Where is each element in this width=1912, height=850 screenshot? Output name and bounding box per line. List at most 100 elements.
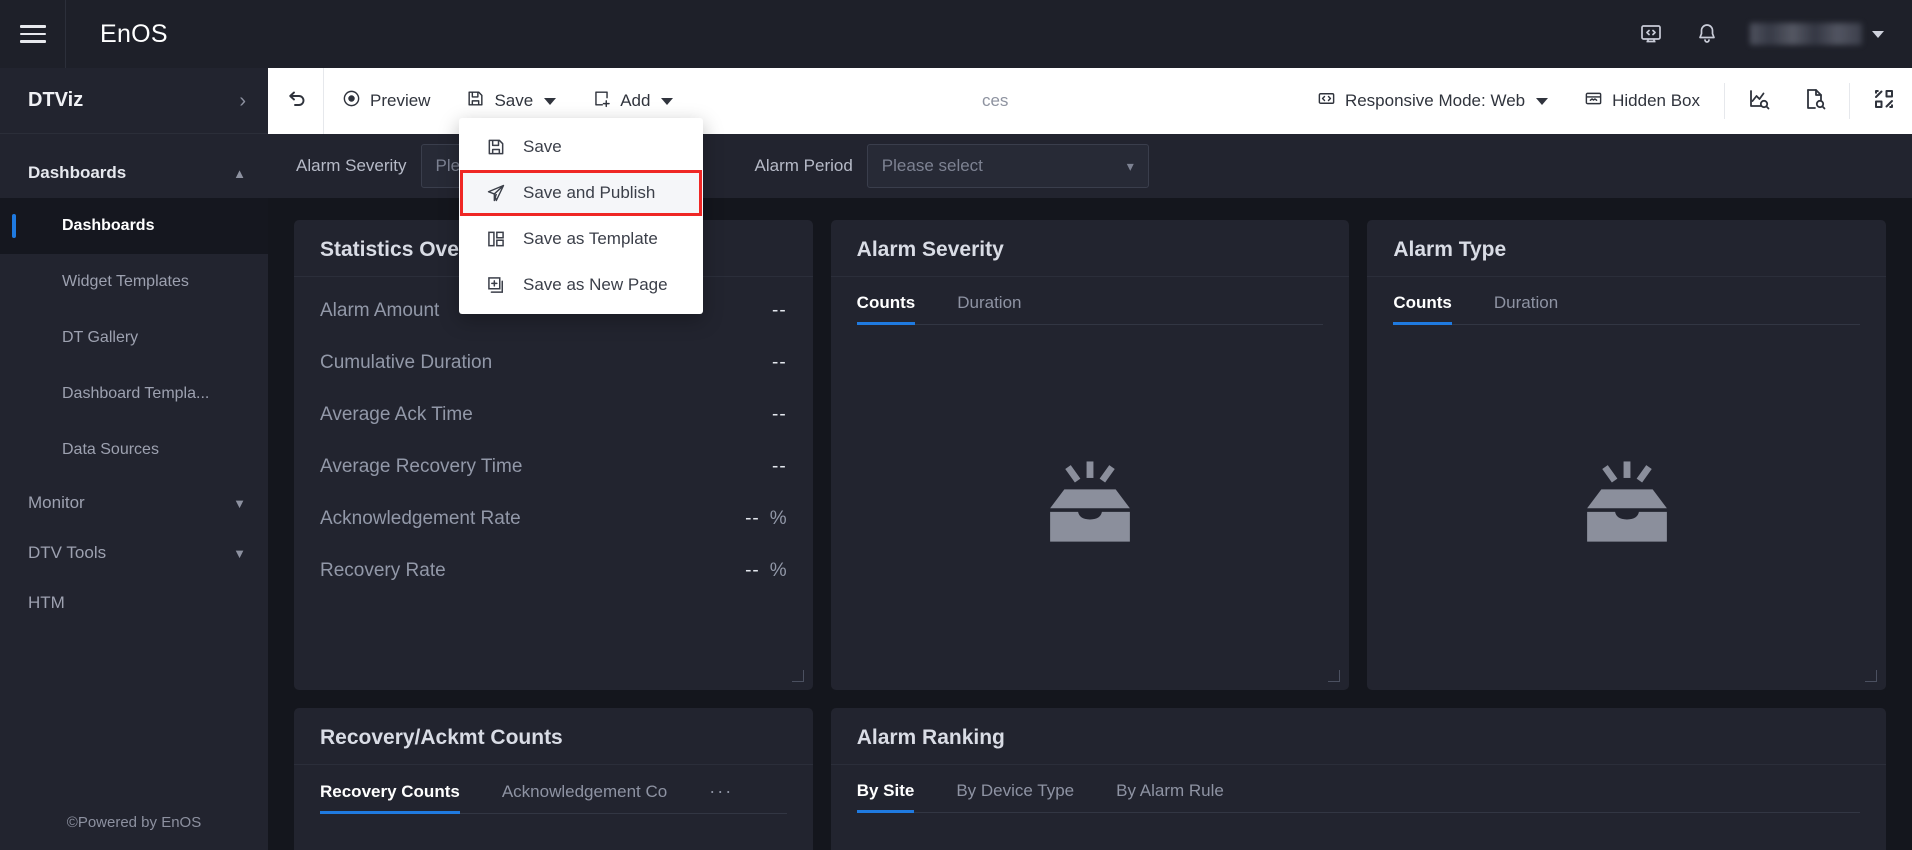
tab-label: Counts xyxy=(857,293,916,312)
sidebar-group-htm[interactable]: HTM xyxy=(0,578,268,628)
menu-item-save[interactable]: Save xyxy=(459,124,703,170)
stat-label: Average Ack Time xyxy=(320,404,473,426)
widget-header: Alarm Severity xyxy=(831,220,1350,277)
stat-value: -- xyxy=(745,560,760,582)
ellipsis-icon[interactable]: ··· xyxy=(709,781,733,813)
stat-label: Cumulative Duration xyxy=(320,352,492,374)
chevron-down-icon xyxy=(1536,98,1548,105)
chevron-up-icon: ▲ xyxy=(233,167,246,180)
stat-value-group: -- % xyxy=(745,560,787,582)
tab-counts[interactable]: Counts xyxy=(1393,293,1452,324)
sidebar-group-label: Monitor xyxy=(28,493,85,513)
tab-recovery-counts[interactable]: Recovery Counts xyxy=(320,782,460,813)
stat-value: -- xyxy=(772,300,787,322)
stat-value-group: -- xyxy=(772,352,787,374)
stat-value: -- xyxy=(772,404,787,426)
tab-duration[interactable]: Duration xyxy=(1494,293,1558,324)
hamburger-icon xyxy=(20,25,46,43)
menu-item-label: Save xyxy=(523,137,562,157)
widget-resize-handle[interactable] xyxy=(1328,670,1340,682)
tab-by-device-type[interactable]: By Device Type xyxy=(956,781,1074,812)
stat-row: Cumulative Duration -- xyxy=(320,337,787,389)
chevron-down-icon: ▼ xyxy=(233,497,246,510)
sidebar-item-dashboard-templates[interactable]: Dashboard Templa... xyxy=(0,366,268,422)
widget-header: Recovery/Ackmt Counts xyxy=(294,708,813,765)
toolbar-divider xyxy=(1849,83,1850,119)
stat-value: -- xyxy=(745,508,760,530)
stat-row: Recovery Rate -- % xyxy=(320,545,787,597)
sidebar-item-dt-gallery[interactable]: DT Gallery xyxy=(0,310,268,366)
sidebar-group-monitor[interactable]: Monitor ▼ xyxy=(0,478,268,528)
stat-value-group: -- xyxy=(772,300,787,322)
user-menu[interactable] xyxy=(1750,23,1884,45)
widget-empty-state xyxy=(831,325,1350,690)
tab-duration[interactable]: Duration xyxy=(957,293,1021,324)
widget-header: Alarm Ranking xyxy=(831,708,1886,765)
chart-inspect-button[interactable] xyxy=(1731,68,1787,134)
tab-label: Recovery Counts xyxy=(320,782,460,801)
sidebar-group-label: Dashboards xyxy=(28,163,126,183)
eye-icon xyxy=(342,89,361,113)
paper-plane-icon xyxy=(485,182,507,204)
undo-button[interactable] xyxy=(268,68,324,134)
floppy-disk-icon xyxy=(466,89,485,113)
stat-value-group: -- xyxy=(772,404,787,426)
tab-acknowledgement-counts[interactable]: Acknowledgement Co xyxy=(502,782,667,813)
menu-item-save-and-publish[interactable]: Save and Publish xyxy=(459,170,703,216)
widget-resize-handle[interactable] xyxy=(792,670,804,682)
sidebar-item-dashboards[interactable]: Dashboards xyxy=(0,198,268,254)
floppy-disk-icon xyxy=(485,136,507,158)
hidden-box-label: Hidden Box xyxy=(1612,91,1700,111)
sidebar-item-label: Dashboard Templa... xyxy=(62,385,209,403)
bell-icon[interactable] xyxy=(1694,21,1720,47)
header-actions xyxy=(1638,0,1912,68)
alarm-period-select[interactable]: Please select ▾ xyxy=(867,144,1149,188)
preview-button[interactable]: Preview xyxy=(324,68,448,134)
responsive-mode-button[interactable]: Responsive Mode: Web xyxy=(1299,68,1566,134)
chevron-down-icon xyxy=(1872,31,1884,38)
sidebar-item-label: Dashboards xyxy=(62,217,154,235)
save-label: Save xyxy=(494,91,533,111)
widget-alarm-severity[interactable]: Alarm Severity Counts Duration xyxy=(831,220,1350,690)
sidebar-item-data-sources[interactable]: Data Sources xyxy=(0,422,268,478)
tab-by-alarm-rule[interactable]: By Alarm Rule xyxy=(1116,781,1224,812)
widget-alarm-ranking[interactable]: Alarm Ranking By Site By Device Type By … xyxy=(831,708,1886,850)
undo-icon xyxy=(284,87,308,116)
tab-label: By Alarm Rule xyxy=(1116,781,1224,800)
responsive-width-icon xyxy=(1317,89,1336,113)
new-page-icon xyxy=(485,274,507,296)
menu-item-save-as-new-page[interactable]: Save as New Page xyxy=(459,262,703,308)
chevron-down-icon: ▾ xyxy=(1127,158,1134,175)
stat-row: Acknowledgement Rate -- % xyxy=(320,493,787,545)
hidden-box-button[interactable]: Hidden Box xyxy=(1566,68,1718,134)
widget-recovery-ackmt-counts[interactable]: Recovery/Ackmt Counts Recovery Counts Ac… xyxy=(294,708,813,850)
chevron-right-icon[interactable]: › xyxy=(239,91,246,111)
app-brand-title: EnOS xyxy=(100,20,168,49)
chevron-down-icon: ▼ xyxy=(233,547,246,560)
chart-inspect-icon xyxy=(1747,87,1771,116)
menu-item-save-as-template[interactable]: Save as Template xyxy=(459,216,703,262)
tab-label: Acknowledgement Co xyxy=(502,782,667,801)
tabs-divider xyxy=(857,812,1860,813)
widget-alarm-type[interactable]: Alarm Type Counts Duration xyxy=(1367,220,1886,690)
alarm-period-label: Alarm Period xyxy=(755,156,853,176)
sidebar-group-dashboards[interactable]: Dashboards ▲ xyxy=(0,148,268,198)
sidebar-item-widget-templates[interactable]: Widget Templates xyxy=(0,254,268,310)
stat-value-group: -- xyxy=(772,456,787,478)
tab-by-site[interactable]: By Site xyxy=(857,781,915,812)
code-monitor-icon[interactable] xyxy=(1638,21,1664,47)
sidebar-group-dtv-tools[interactable]: DTV Tools ▼ xyxy=(0,528,268,578)
stat-unit: % xyxy=(770,560,787,582)
document-inspect-button[interactable] xyxy=(1787,68,1843,134)
tab-counts[interactable]: Counts xyxy=(857,293,916,324)
widget-tabs: By Site By Device Type By Alarm Rule xyxy=(831,765,1886,812)
widget-resize-handle[interactable] xyxy=(1865,670,1877,682)
alarm-severity-label: Alarm Severity xyxy=(296,156,407,176)
tab-label: Counts xyxy=(1393,293,1452,312)
widget-header: Alarm Type xyxy=(1367,220,1886,277)
avatar xyxy=(1750,23,1862,45)
toolbar-right-actions: Responsive Mode: Web Hidden Box xyxy=(1299,68,1912,134)
hamburger-menu-button[interactable] xyxy=(0,0,66,68)
fullscreen-button[interactable] xyxy=(1856,68,1912,134)
chevron-down-icon xyxy=(661,98,673,105)
